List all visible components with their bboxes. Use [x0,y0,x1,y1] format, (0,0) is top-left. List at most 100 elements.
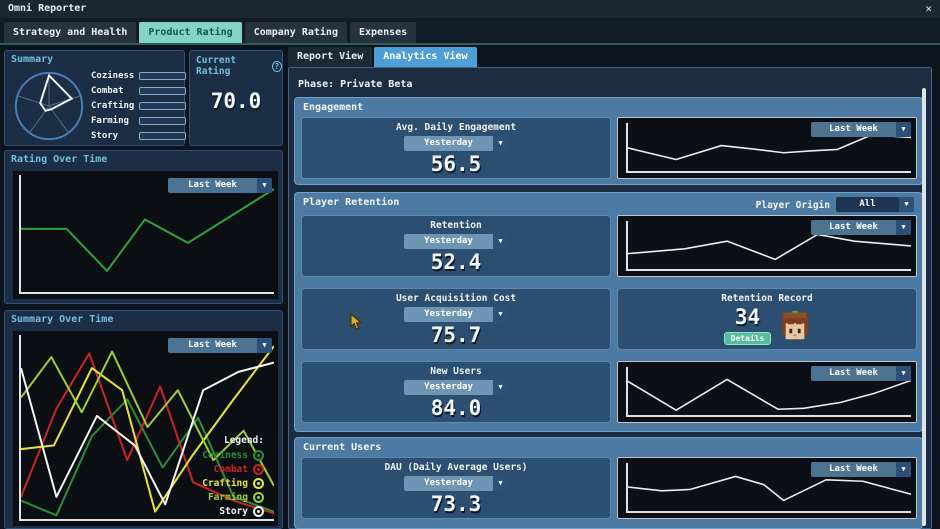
retention-record-title: Retention Record [721,293,813,304]
main-tab-bar: Strategy and Health Product Rating Compa… [0,18,940,45]
metric-value: 52.4 [430,250,482,274]
metric-value: 84.0 [430,396,482,420]
legend-toggle-story[interactable]: Story [219,506,264,517]
current-rating-panel: Current Rating ? 70.0 [189,50,283,146]
retention-card: Retention Yesterday ▼ 52.4 [301,215,611,277]
metric-value: 73.3 [430,492,482,516]
stat-bar [139,86,186,95]
legend-ring-icon [253,478,264,489]
stat-label: Coziness [91,70,135,81]
retention-chart-card: Last Week ▼ [617,215,917,277]
legend-toggle-farming[interactable]: Farming [208,492,264,503]
omni-reporter-window: Omni Reporter ✕ Strategy and Health Prod… [0,0,940,529]
stat-label: Combat [91,85,124,96]
metric-title: Avg. Daily Engagement [395,122,517,133]
engagement-range-dropdown[interactable]: Last Week ▼ [811,122,911,137]
chevron-down-icon: ▼ [896,366,911,381]
stat-bar [139,116,186,125]
summary-radar-chart [14,71,84,141]
rating-over-time-panel: Rating Over Time Last Week ▼ [4,150,283,304]
close-icon[interactable]: ✕ [925,2,932,15]
period-dropdown[interactable]: Yesterday ▼ [404,136,508,151]
period-dropdown[interactable]: Yesterday ▼ [404,476,508,491]
stat-label: Story [91,130,119,141]
current-users-section-title: Current Users [303,442,382,453]
stat-bar [139,131,186,140]
player-retention-section: Player Retention Player Origin All ▼ Ret… [294,192,923,432]
summary-bars: Coziness Combat Crafting Farming Story [91,68,186,143]
chevron-down-icon: ▼ [493,136,508,151]
engagement-section-title: Engagement [303,102,364,113]
tab-strategy-and-health[interactable]: Strategy and Health [4,22,137,43]
stat-label: Crafting [91,100,135,111]
user-acquisition-cost-card: User Acquisition Cost Yesterday ▼ 75.7 [301,288,611,350]
new-users-range-dropdown[interactable]: Last Week ▼ [811,366,911,381]
tab-company-rating[interactable]: Company Rating [244,22,347,43]
period-dropdown[interactable]: Yesterday ▼ [404,234,508,249]
summary-title: Summary [11,54,54,65]
legend-ring-icon [253,450,264,461]
current-rating-title: Current Rating [196,55,237,77]
tab-analytics-view[interactable]: Analytics View [374,47,477,67]
chart-legend: Legend: Coziness Combat Crafting Farming [202,435,264,517]
retention-record-value: 34 [734,305,761,329]
new-users-chart-card: Last Week ▼ [617,361,917,423]
legend-ring-icon [253,492,264,503]
metric-title: DAU (Daily Average Users) [384,462,528,473]
analytics-view-content: Phase: Private Beta Engagement Avg. Dail… [288,67,932,529]
new-users-card: New Users Yesterday ▼ 84.0 [301,361,611,423]
summary-bar-row: Farming [91,113,186,128]
metric-title: New Users [430,366,482,377]
chevron-down-icon: ▼ [899,197,914,212]
phase-label: Phase: Private Beta [298,79,413,90]
chevron-down-icon: ▼ [257,178,272,193]
details-button[interactable]: Details [723,332,772,345]
stat-label: Farming [91,115,129,126]
engagement-section: Engagement Avg. Daily Engagement Yesterd… [294,97,923,185]
cursor-icon [350,313,362,330]
window-title: Omni Reporter [8,3,87,14]
avg-daily-engagement-card: Avg. Daily Engagement Yesterday ▼ 56.5 [301,117,611,179]
tab-product-rating[interactable]: Product Rating [139,22,242,43]
legend-ring-icon [253,506,264,517]
chevron-down-icon: ▼ [896,122,911,137]
summary-panel: Summary Coziness Combat Crafting Farming… [4,50,186,146]
current-rating-title-row: Current Rating ? [196,55,282,77]
summary-bar-row: Combat [91,83,186,98]
current-rating-value: 70.0 [210,89,262,113]
period-dropdown[interactable]: Yesterday ▼ [404,307,508,322]
legend-toggle-combat[interactable]: Combat [214,464,264,475]
player-avatar [782,310,809,340]
dau-card: DAU (Daily Average Users) Yesterday ▼ 73… [301,457,611,519]
metric-value: 56.5 [430,152,482,176]
player-origin-dropdown[interactable]: All ▼ [836,197,914,212]
metric-value: 75.7 [430,323,482,347]
legend-toggle-crafting[interactable]: Crafting [202,478,264,489]
vertical-scrollbar[interactable] [922,88,926,526]
summary-over-time-title: Summary Over Time [11,314,114,325]
retention-range-dropdown[interactable]: Last Week ▼ [811,220,911,235]
summary-over-time-panel: Summary Over Time Last Week ▼ Legend: Co… [4,310,283,529]
view-tab-bar: Report View Analytics View [288,47,477,67]
chevron-down-icon: ▼ [493,307,508,322]
summary-over-time-chart: Last Week ▼ Legend: Coziness Combat Craf… [13,331,278,526]
current-users-section: Current Users DAU (Daily Average Users) … [294,437,923,529]
rating-range-dropdown[interactable]: Last Week ▼ [168,178,272,193]
help-icon[interactable]: ? [271,60,282,72]
chevron-down-icon: ▼ [896,220,911,235]
legend-ring-icon [253,464,264,475]
retention-record-card: Retention Record 34 Details [617,288,917,350]
summary-range-dropdown[interactable]: Last Week ▼ [168,338,272,353]
player-retention-section-title: Player Retention [303,197,400,208]
stat-bar [139,71,186,80]
dau-range-dropdown[interactable]: Last Week ▼ [811,462,911,477]
legend-toggle-coziness[interactable]: Coziness [202,450,264,461]
chevron-down-icon: ▼ [493,380,508,395]
metric-title: Retention [430,220,482,231]
tab-expenses[interactable]: Expenses [349,22,417,43]
summary-bar-row: Story [91,128,186,143]
tab-report-view[interactable]: Report View [288,47,373,67]
title-bar: Omni Reporter ✕ [0,0,940,18]
chevron-down-icon: ▼ [493,476,508,491]
period-dropdown[interactable]: Yesterday ▼ [404,380,508,395]
